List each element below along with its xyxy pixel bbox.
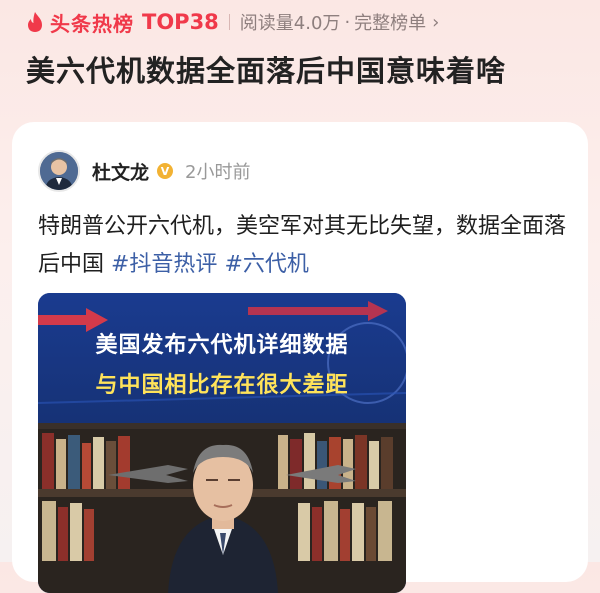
- hot-list-header[interactable]: 头条热榜 TOP38 阅读量4.0万 · 完整榜单 ›: [26, 7, 439, 37]
- divider: [228, 14, 230, 30]
- full-list-link[interactable]: 完整榜单: [354, 9, 426, 35]
- rank-badge: TOP38: [142, 10, 219, 34]
- hashtag-link[interactable]: #抖音热评: [111, 252, 217, 277]
- page-title[interactable]: 美六代机数据全面落后中国意味着啥: [26, 48, 506, 90]
- author-name[interactable]: 杜文龙: [92, 158, 149, 185]
- video-thumbnail[interactable]: 美国发布六代机详细数据 与中国相比存在很大差距: [38, 293, 406, 593]
- chevron-right-icon: ›: [432, 11, 440, 33]
- dot-separator: ·: [344, 11, 351, 33]
- verified-icon: V: [157, 163, 174, 179]
- author-row: 杜文龙 V 2小时前: [38, 150, 250, 192]
- avatar-portrait-icon: [40, 152, 78, 190]
- avatar[interactable]: [38, 150, 80, 192]
- read-count: 阅读量4.0万: [239, 13, 341, 34]
- hot-list-brand: 头条热榜: [50, 11, 134, 36]
- post-time: 2小时前: [185, 162, 251, 183]
- flame-icon: [28, 12, 42, 32]
- post-text[interactable]: 特朗普公开六代机，美空军对其无比失望，数据全面落后中国 #抖音热评 #六代机: [38, 208, 568, 284]
- hashtag-link[interactable]: #六代机: [224, 252, 308, 277]
- video-caption-line1: 美国发布六代机详细数据: [95, 333, 349, 358]
- post-card[interactable]: 杜文龙 V 2小时前 特朗普公开六代机，美空军对其无比失望，数据全面落后中国 #…: [12, 122, 588, 593]
- video-caption-line2: 与中国相比存在很大差距: [95, 373, 349, 398]
